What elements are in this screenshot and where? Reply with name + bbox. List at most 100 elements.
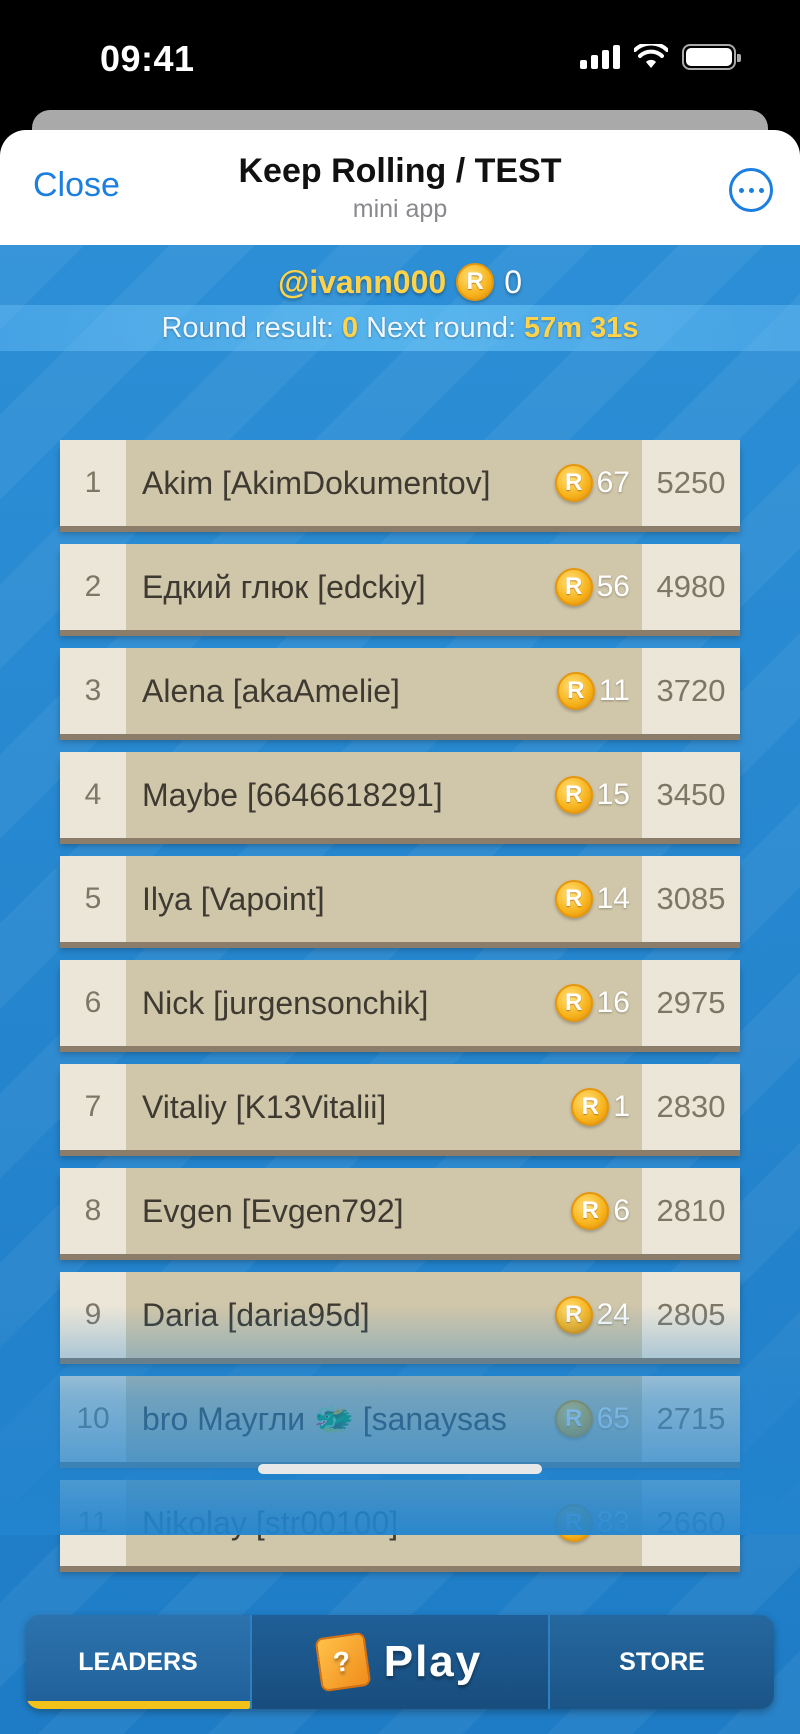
- player-cell: Maybe [6646618291] R 15: [126, 752, 642, 838]
- rank-cell: 10: [60, 1376, 126, 1462]
- player-cell: Nikolay [str00100] R 83: [126, 1480, 642, 1566]
- rank-cell: 8: [60, 1168, 126, 1254]
- coin-icon: R: [554, 464, 593, 502]
- status-time: 09:41: [100, 38, 195, 79]
- rank-cell: 5: [60, 856, 126, 942]
- player-coins: R 67: [554, 464, 642, 502]
- user-info: @ivann000 R 0: [0, 263, 800, 301]
- player-name: Akim [AkimDokumentov]: [142, 464, 491, 501]
- coin-icon: R: [554, 1296, 593, 1334]
- score-cell: 2715: [642, 1376, 740, 1462]
- coin-count: 65: [596, 1402, 630, 1435]
- leaderboard-row[interactable]: 4 Maybe [6646618291] R 15 3450: [60, 752, 740, 838]
- coin-icon: R: [571, 1088, 610, 1126]
- player-name: Едкий глюк [edckiy]: [142, 568, 426, 605]
- player-coins: R 15: [554, 776, 642, 814]
- player-cell: Ilya [Vapoint] R 14: [126, 856, 642, 942]
- score-cell: 3720: [642, 648, 740, 734]
- coin-icon: R: [554, 880, 593, 918]
- player-name: Nikolay [str00100]: [142, 1504, 399, 1541]
- coin-count: 14: [596, 882, 630, 915]
- bottom-nav: LEADERS ? Play STORE: [26, 1615, 774, 1709]
- app-title: Keep Rolling / TEST: [238, 152, 562, 190]
- leaderboard-row[interactable]: 6 Nick [jurgensonchik] R 16 2975: [60, 960, 740, 1046]
- player-coins: R 16: [554, 984, 642, 1022]
- rank-cell: 4: [60, 752, 126, 838]
- coin-icon: R: [554, 568, 593, 606]
- rank-cell: 6: [60, 960, 126, 1046]
- leaderboard-row[interactable]: 5 Ilya [Vapoint] R 14 3085: [60, 856, 740, 942]
- leaderboard-row[interactable]: 11 Nikolay [str00100] R 83 2660: [60, 1480, 740, 1566]
- score-cell: 3085: [642, 856, 740, 942]
- player-name: Alena [akaAmelie]: [142, 672, 400, 709]
- leaderboard-row[interactable]: 9 Daria [daria95d] R 24 2805: [60, 1272, 740, 1358]
- rank-cell: 3: [60, 648, 126, 734]
- coin-count: 83: [596, 1506, 630, 1539]
- score-cell: 2660: [642, 1480, 740, 1566]
- player-cell: Evgen [Evgen792] R 6: [126, 1168, 642, 1254]
- leaderboard-row[interactable]: 3 Alena [akaAmelie] R 11 3720: [60, 648, 740, 734]
- player-name: Vitaliy [K13Vitalii]: [142, 1088, 387, 1125]
- score-cell: 3450: [642, 752, 740, 838]
- leaderboard-row[interactable]: 7 Vitaliy [K13Vitalii] R 1 2830: [60, 1064, 740, 1150]
- tab-leaders-label: LEADERS: [78, 1647, 198, 1676]
- score-cell: 2810: [642, 1168, 740, 1254]
- coin-icon: R: [571, 1192, 610, 1230]
- coin-icon: R: [554, 1400, 593, 1438]
- round-result-value: 0: [341, 311, 359, 344]
- tab-leaders[interactable]: LEADERS: [26, 1615, 250, 1709]
- leaderboard-row[interactable]: 8 Evgen [Evgen792] R 6 2810: [60, 1168, 740, 1254]
- score-cell: 2975: [642, 960, 740, 1046]
- coin-icon: R: [554, 1504, 593, 1542]
- score-cell: 5250: [642, 440, 740, 526]
- coin-icon: R: [456, 263, 495, 301]
- player-cell: Nick [jurgensonchik] R 16: [126, 960, 642, 1046]
- player-coins: R 24: [554, 1296, 642, 1334]
- player-name: Ilya [Vapoint]: [142, 880, 325, 917]
- coin-icon: R: [554, 776, 593, 814]
- user-handle: @ivann000: [278, 263, 447, 300]
- score-cell: 4980: [642, 544, 740, 630]
- coin-count: 16: [596, 986, 630, 1019]
- play-label: Play: [383, 1637, 483, 1686]
- player-coins: R 83: [554, 1504, 642, 1542]
- more-options-button[interactable]: [729, 168, 773, 212]
- rank-cell: 9: [60, 1272, 126, 1358]
- wifi-icon: [634, 44, 668, 68]
- next-round-timer: 57m 31s: [524, 311, 639, 344]
- score-cell: 2830: [642, 1064, 740, 1150]
- leaderboard-row[interactable]: 2 Едкий глюк [edckiy] R 56 4980: [60, 544, 740, 630]
- player-cell: Daria [daria95d] R 24: [126, 1272, 642, 1358]
- score-cell: 2805: [642, 1272, 740, 1358]
- rank-cell: 11: [60, 1480, 126, 1566]
- player-name: Evgen [Evgen792]: [142, 1192, 404, 1229]
- player-coins: R 65: [554, 1400, 642, 1438]
- coin-count: 67: [596, 466, 630, 499]
- mystery-box-icon: ?: [314, 1631, 372, 1693]
- tab-store[interactable]: STORE: [550, 1615, 774, 1709]
- player-cell: bro Маугли 🐲 [sanaysas R 65: [126, 1376, 642, 1462]
- player-cell: Едкий глюк [edckiy] R 56: [126, 544, 642, 630]
- coin-icon: R: [556, 672, 595, 710]
- battery-icon: [682, 44, 741, 70]
- home-indicator: [258, 1464, 542, 1474]
- active-tab-indicator: [26, 1701, 250, 1709]
- player-name: bro Маугли 🐲 [sanaysas: [142, 1401, 507, 1437]
- app-subtitle: mini app: [352, 195, 448, 223]
- player-name: Daria [daria95d]: [142, 1296, 370, 1333]
- leaderboard-row[interactable]: 1 Akim [AkimDokumentov] R 67 5250: [60, 440, 740, 526]
- player-name: Maybe [6646618291]: [142, 776, 443, 813]
- next-round-label: Next round:: [366, 311, 517, 344]
- coin-count: 1: [613, 1090, 630, 1123]
- tab-store-label: STORE: [619, 1647, 705, 1676]
- status-bar: 09:41: [0, 0, 800, 110]
- round-result-label: Round result:: [161, 311, 334, 344]
- coin-count: 24: [596, 1298, 630, 1331]
- play-button[interactable]: ? Play: [250, 1615, 550, 1709]
- rank-cell: 2: [60, 544, 126, 630]
- player-cell: Vitaliy [K13Vitalii] R 1: [126, 1064, 642, 1150]
- player-cell: Alena [akaAmelie] R 11: [126, 648, 642, 734]
- coin-icon: R: [554, 984, 593, 1022]
- player-name: Nick [jurgensonchik]: [142, 984, 429, 1021]
- leaderboard-row[interactable]: 10 bro Маугли 🐲 [sanaysas R 65 2715: [60, 1376, 740, 1462]
